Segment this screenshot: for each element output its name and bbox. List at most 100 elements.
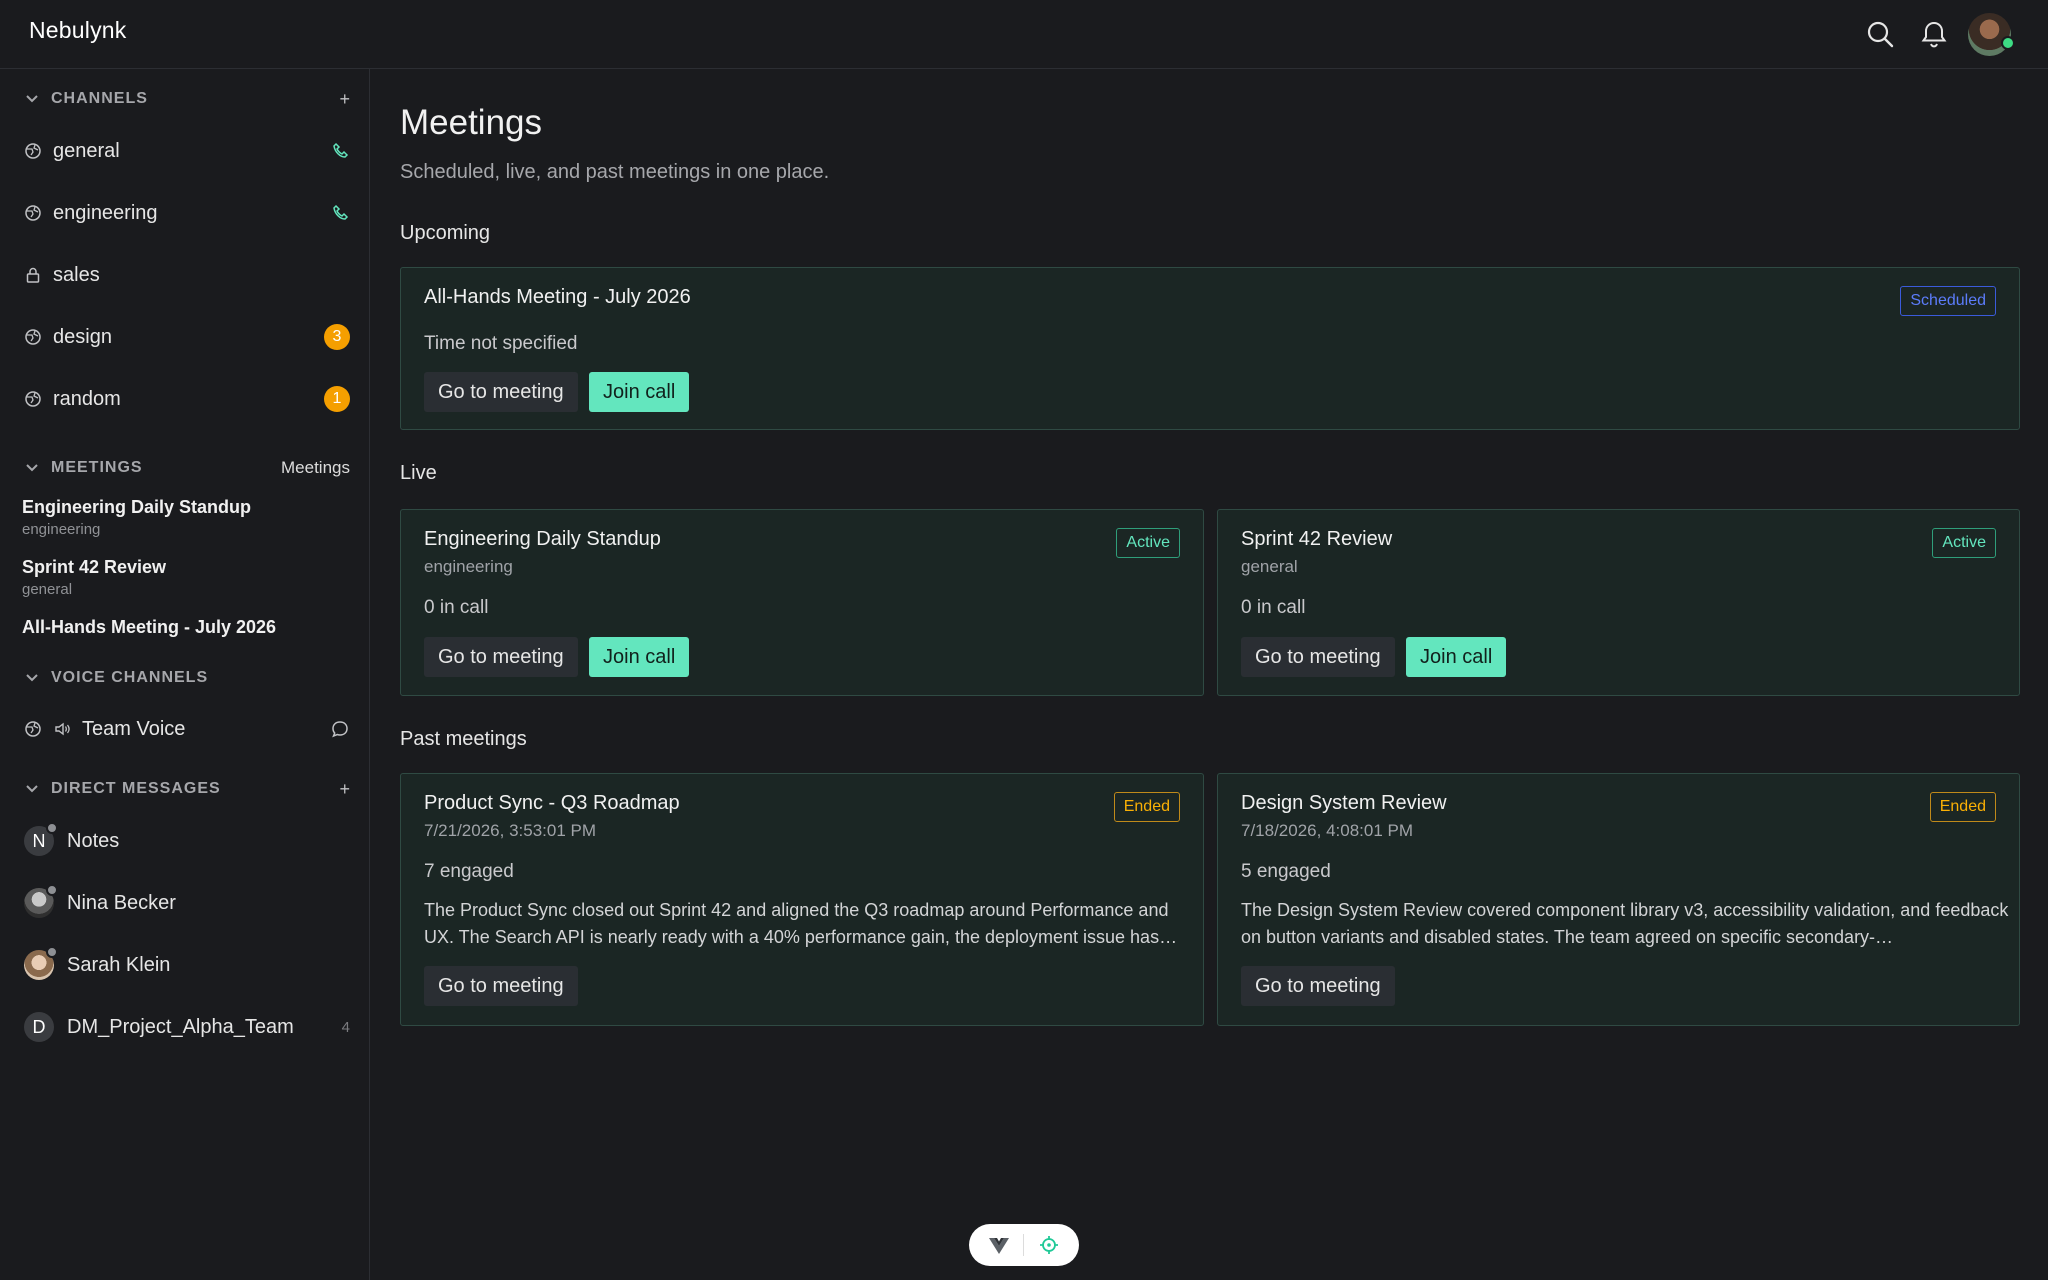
meeting-summary-text: The Design System Review covered compone…: [1241, 900, 2009, 947]
go-to-meeting-button[interactable]: Go to meeting: [1241, 637, 1395, 677]
direct-messages-header-label: DIRECT MESSAGES: [51, 780, 221, 797]
meeting-card-title: Sprint 42 Review: [1241, 528, 1393, 550]
sidebar-meeting-item[interactable]: Sprint 42 Review general: [22, 557, 166, 598]
dm-item-project-alpha-team[interactable]: D DM_Project_Alpha_Team 4: [24, 1007, 350, 1047]
sidebar-item-sales[interactable]: sales: [24, 255, 350, 295]
meetings-link[interactable]: Meetings: [281, 458, 350, 478]
page-title: Meetings: [400, 103, 543, 142]
sidebar-item-random[interactable]: random 1: [24, 379, 350, 419]
sidebar-meeting-item[interactable]: All-Hands Meeting - July 2026: [22, 617, 276, 638]
meeting-card: Design System Review 7/18/2026, 4:08:01 …: [1217, 773, 2020, 1026]
meetings-header-label: MEETINGS: [51, 459, 143, 476]
phone-icon[interactable]: [332, 204, 350, 222]
go-to-meeting-button[interactable]: Go to meeting: [424, 966, 578, 1006]
dm-name: DM_Project_Alpha_Team: [67, 1015, 294, 1038]
sidebar-item-engineering[interactable]: engineering: [24, 193, 350, 233]
sidebar-item-team-voice[interactable]: Team Voice: [24, 709, 350, 749]
avatar: [24, 884, 58, 918]
dm-name: Notes: [67, 829, 120, 852]
go-to-meeting-button[interactable]: Go to meeting: [1241, 966, 1395, 1006]
dm-name: Sarah Klein: [67, 953, 171, 976]
add-channel-button[interactable]: +: [339, 89, 350, 110]
meetings-header[interactable]: MEETINGS Meetings: [24, 457, 350, 479]
speaker-icon: [55, 722, 70, 736]
sidebar-item-design[interactable]: design 3: [24, 317, 350, 357]
chevron-down-icon[interactable]: [24, 670, 40, 686]
channels-header[interactable]: CHANNELS +: [24, 88, 350, 110]
voice-channels-header[interactable]: VOICE CHANNELS: [24, 667, 350, 689]
search-icon[interactable]: [1864, 18, 1896, 50]
meeting-summary: The Product Sync closed out Sprint 42 an…: [424, 897, 1194, 951]
meeting-title: Engineering Daily Standup: [22, 497, 252, 517]
channel-name: Team Voice: [82, 717, 186, 740]
direct-messages-header[interactable]: DIRECT MESSAGES +: [24, 778, 350, 800]
meeting-date: 7/18/2026, 4:08:01 PM: [1241, 821, 1414, 840]
join-call-button[interactable]: Join call: [589, 372, 690, 412]
past-meetings-heading: Past meetings: [400, 728, 527, 750]
globe-icon: [25, 391, 41, 407]
participant-count: 0 in call: [1241, 597, 1306, 618]
add-dm-button[interactable]: +: [339, 779, 350, 800]
phone-icon[interactable]: [332, 142, 350, 160]
engaged-count: 5 engaged: [1241, 861, 1331, 882]
participant-count: 0 in call: [424, 597, 489, 618]
meeting-card: All-Hands Meeting - July 2026 Scheduled …: [400, 267, 2020, 430]
chevron-down-icon[interactable]: [24, 91, 40, 107]
presence-dot: [46, 822, 58, 834]
dm-name: Nina Becker: [67, 891, 176, 914]
presence-dot: [46, 946, 58, 958]
dm-item-notes[interactable]: N Notes: [24, 821, 350, 861]
main-content: Meetings Scheduled, live, and past meeti…: [371, 69, 2048, 1280]
meeting-date: 7/21/2026, 3:53:01 PM: [424, 821, 597, 840]
chevron-down-icon[interactable]: [24, 781, 40, 797]
upcoming-heading: Upcoming: [400, 222, 491, 244]
unread-badge: 3: [324, 324, 350, 350]
sidebar-meeting-item[interactable]: Engineering Daily Standup engineering: [22, 497, 251, 538]
voice-channels-header-label: VOICE CHANNELS: [51, 669, 209, 686]
channel-name: design: [53, 325, 112, 348]
meeting-card: Engineering Daily Standup engineering Ac…: [400, 509, 1204, 696]
channel-name: general: [53, 139, 120, 162]
meeting-channel: general: [1241, 557, 1298, 576]
app-title: Nebulynk: [29, 17, 127, 43]
join-call-button[interactable]: Join call: [1406, 637, 1507, 677]
meeting-title: Sprint 42 Review: [22, 557, 167, 577]
vue-logo-icon[interactable]: [988, 1234, 1010, 1256]
member-count: 4: [341, 1018, 350, 1036]
presence-dot: [46, 884, 58, 896]
status-badge: Ended: [1113, 792, 1180, 822]
bell-icon[interactable]: [1918, 18, 1950, 50]
globe-icon: [25, 143, 41, 159]
go-to-meeting-button[interactable]: Go to meeting: [424, 372, 578, 412]
meeting-channel: engineering: [22, 521, 101, 538]
go-to-meeting-button[interactable]: Go to meeting: [424, 637, 578, 677]
meeting-card-title: Engineering Daily Standup: [424, 528, 661, 550]
live-heading: Live: [400, 462, 437, 484]
status-badge: Ended: [1929, 792, 1996, 822]
status-badge: Active: [1932, 528, 1996, 558]
channels-header-label: CHANNELS: [51, 90, 148, 107]
status-badge: Scheduled: [1900, 286, 1996, 316]
chevron-down-icon[interactable]: [24, 460, 40, 476]
meeting-card-title: Product Sync - Q3 Roadmap: [424, 792, 680, 814]
target-icon[interactable]: [1038, 1234, 1060, 1256]
channel-name: sales: [53, 263, 100, 286]
dm-item-sarah-klein[interactable]: Sarah Klein: [24, 945, 350, 985]
floating-toolbar: [969, 1224, 1079, 1266]
avatar: [24, 946, 58, 980]
meeting-summary: The Design System Review covered compone…: [1241, 897, 2011, 951]
avatar-initial: D: [32, 1016, 46, 1037]
meeting-card: Sprint 42 Review general Active 0 in cal…: [1217, 509, 2020, 696]
avatar: N: [24, 822, 58, 856]
status-badge: Active: [1116, 528, 1180, 558]
avatar-initial: N: [32, 830, 46, 851]
meeting-channel: general: [22, 581, 73, 598]
join-call-button[interactable]: Join call: [589, 637, 690, 677]
meeting-time: Time not specified: [424, 333, 578, 354]
chat-bubble-icon[interactable]: [330, 719, 350, 739]
globe-icon: [25, 205, 41, 221]
meeting-summary-text: The Product Sync closed out Sprint 42 an…: [424, 900, 1178, 947]
dm-item-nina-becker[interactable]: Nina Becker: [24, 883, 350, 923]
globe-icon: [25, 329, 41, 345]
sidebar-item-general[interactable]: general: [24, 131, 350, 171]
